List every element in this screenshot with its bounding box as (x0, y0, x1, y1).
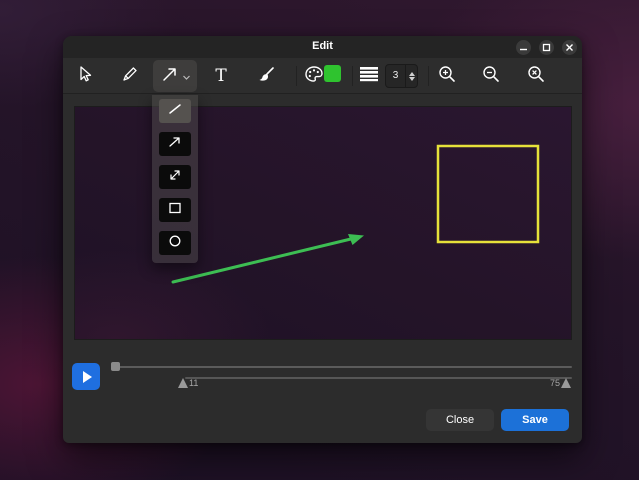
toolbar: T (63, 58, 582, 94)
arrow-ne-icon (161, 65, 181, 88)
window-title: Edit (63, 40, 582, 52)
thickness-spinner[interactable]: 3 (385, 64, 418, 88)
maximize-icon (542, 43, 551, 52)
edit-window: Edit (63, 36, 582, 443)
trim-range-track[interactable] (185, 377, 572, 379)
line-thickness-icon (359, 66, 379, 87)
close-button[interactable] (562, 40, 577, 55)
text-tool-button[interactable]: T (199, 60, 243, 92)
dropdown-item-line[interactable] (159, 99, 191, 123)
line-shape-icon (167, 102, 183, 121)
select-tool-button[interactable] (63, 60, 107, 92)
save-button[interactable]: Save (501, 409, 569, 431)
titlebar[interactable]: Edit (63, 36, 582, 58)
highlighter-tool-button[interactable] (244, 60, 288, 92)
spinner-arrows[interactable] (405, 65, 417, 87)
rectangle-shape-icon (167, 201, 183, 220)
cursor-icon (76, 65, 94, 88)
close-icon (565, 43, 574, 52)
annotations-layer (75, 107, 573, 341)
zoom-in-icon (438, 65, 456, 88)
double-arrow-shape-icon (167, 168, 183, 187)
play-icon (83, 371, 92, 383)
palette-icon (304, 65, 324, 88)
dropdown-item-rectangle[interactable] (159, 198, 191, 222)
close-action-button[interactable]: Close (426, 409, 494, 431)
brush-icon (257, 65, 276, 88)
trim-end-marker[interactable]: 75 (550, 378, 571, 388)
pencil-tool-button[interactable] (108, 60, 152, 92)
trim-end-handle-icon (561, 378, 571, 388)
thickness-button[interactable] (355, 60, 383, 92)
shape-tool-button[interactable] (153, 60, 197, 92)
zoom-in-button[interactable] (425, 60, 469, 92)
trim-start-label: 11 (189, 378, 198, 388)
current-color-swatch[interactable] (324, 65, 341, 82)
edit-canvas[interactable] (74, 106, 572, 340)
toolbar-separator (352, 66, 353, 86)
yellow-rectangle-annotation[interactable] (438, 146, 538, 242)
minimize-button[interactable] (516, 40, 531, 55)
dropdown-item-arrow[interactable] (159, 132, 191, 156)
shape-dropdown-menu (152, 95, 198, 263)
arrow-shape-icon (167, 135, 183, 154)
spin-down-icon[interactable] (409, 77, 415, 81)
zoom-out-button[interactable] (469, 60, 513, 92)
text-icon: T (215, 66, 226, 86)
zoom-reset-button[interactable] (514, 60, 558, 92)
desktop: { "window": { "title": "Edit", "controls… (0, 0, 639, 480)
minimize-icon (519, 43, 528, 52)
maximize-button[interactable] (539, 40, 554, 55)
ellipse-shape-icon (167, 234, 183, 253)
trim-end-label: 75 (550, 378, 560, 388)
toolbar-separator (296, 66, 297, 86)
trim-start-handle-icon (178, 378, 188, 388)
dropdown-item-ellipse[interactable] (159, 231, 191, 255)
zoom-out-icon (482, 65, 500, 88)
seek-slider-track[interactable] (113, 366, 572, 368)
dropdown-item-double-arrow[interactable] (159, 165, 191, 189)
pencil-icon (121, 65, 139, 88)
chevron-down-icon (183, 67, 190, 85)
green-arrow-annotation[interactable] (173, 234, 364, 282)
trim-start-marker[interactable]: 11 (178, 378, 198, 388)
zoom-reset-icon (527, 65, 545, 88)
spin-up-icon[interactable] (409, 72, 415, 76)
seek-slider-handle[interactable] (111, 362, 120, 371)
play-button[interactable] (72, 363, 100, 390)
thickness-value: 3 (386, 65, 405, 87)
